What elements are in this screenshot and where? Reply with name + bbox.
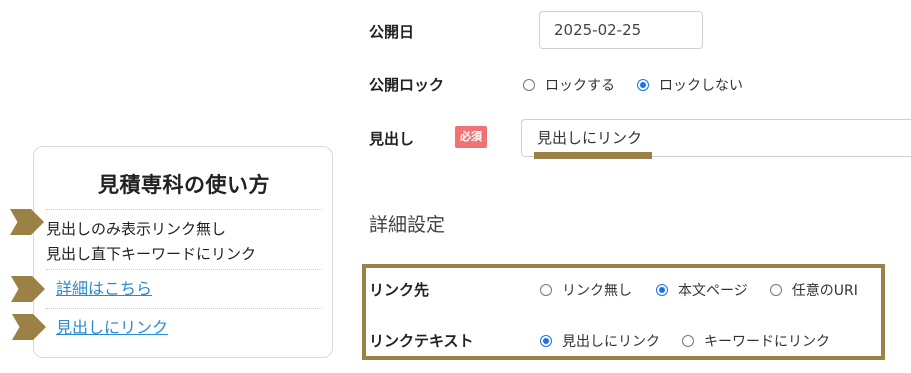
details-link[interactable]: 詳細はこちら [56, 279, 152, 298]
link-text-radio-group: 見出しにリンク キーワードにリンク [540, 331, 830, 351]
radio-keyword-link[interactable]: キーワードにリンク [682, 331, 830, 351]
preview-card: 見積専科の使い方 見出しのみ表示リンク無し 見出し直下キーワードにリンク 詳細は… [33, 146, 333, 358]
link-target-label: リンク先 [369, 281, 430, 299]
card-item-details-link: 詳細はこちら [46, 269, 322, 307]
card-title: 見積専科の使い方 [98, 173, 270, 197]
radio-label: 見出しにリンク [562, 334, 660, 350]
required-badge: 必須 [455, 126, 487, 148]
link-target-radio-group: リンク無し 本文ページ 任意のURI [540, 280, 858, 300]
radio-button-icon[interactable] [769, 284, 782, 296]
radio-label: 任意のURI [791, 283, 858, 299]
radio-button-icon[interactable] [682, 335, 694, 347]
radio-button-checked-icon[interactable] [656, 284, 668, 296]
radio-button-icon[interactable] [523, 79, 535, 91]
publish-lock-radio-group: ロックする ロックしない [523, 75, 743, 95]
radio-no-lock[interactable]: ロックしない [637, 75, 743, 95]
details-section-title: 詳細設定 [369, 214, 446, 236]
link-text-label: リンクテキスト [369, 332, 474, 350]
radio-custom-uri[interactable]: 任意のURI [769, 280, 858, 300]
radio-button-checked-icon[interactable] [637, 79, 649, 91]
radio-no-link[interactable]: リンク無し [540, 280, 632, 300]
publish-date-input[interactable]: 2025-02-25 [539, 11, 703, 49]
radio-label: リンク無し [562, 283, 632, 299]
publish-date-label: 公開日 [369, 23, 415, 41]
radio-label: 本文ページ [678, 283, 748, 299]
card-item-keyword-link: 見出し直下キーワードにリンク [46, 235, 322, 273]
radio-label: ロックしない [659, 78, 743, 94]
radio-label: キーワードにリンク [704, 334, 830, 350]
publish-lock-label: 公開ロック [369, 76, 445, 94]
radio-button-checked-icon[interactable] [540, 335, 552, 347]
radio-button-icon[interactable] [540, 284, 552, 296]
heading-label: 見出し [369, 130, 415, 148]
card-item-heading-link: 見出しにリンク [46, 308, 322, 346]
heading-link[interactable]: 見出しにリンク [56, 318, 168, 337]
annotation-underline [534, 152, 652, 159]
radio-body-page[interactable]: 本文ページ [656, 280, 748, 300]
card-item-label: 見出し直下キーワードにリンク [46, 245, 257, 263]
radio-lock[interactable]: ロックする [523, 75, 615, 95]
radio-heading-link[interactable]: 見出しにリンク [540, 331, 660, 351]
radio-label: ロックする [545, 78, 615, 94]
